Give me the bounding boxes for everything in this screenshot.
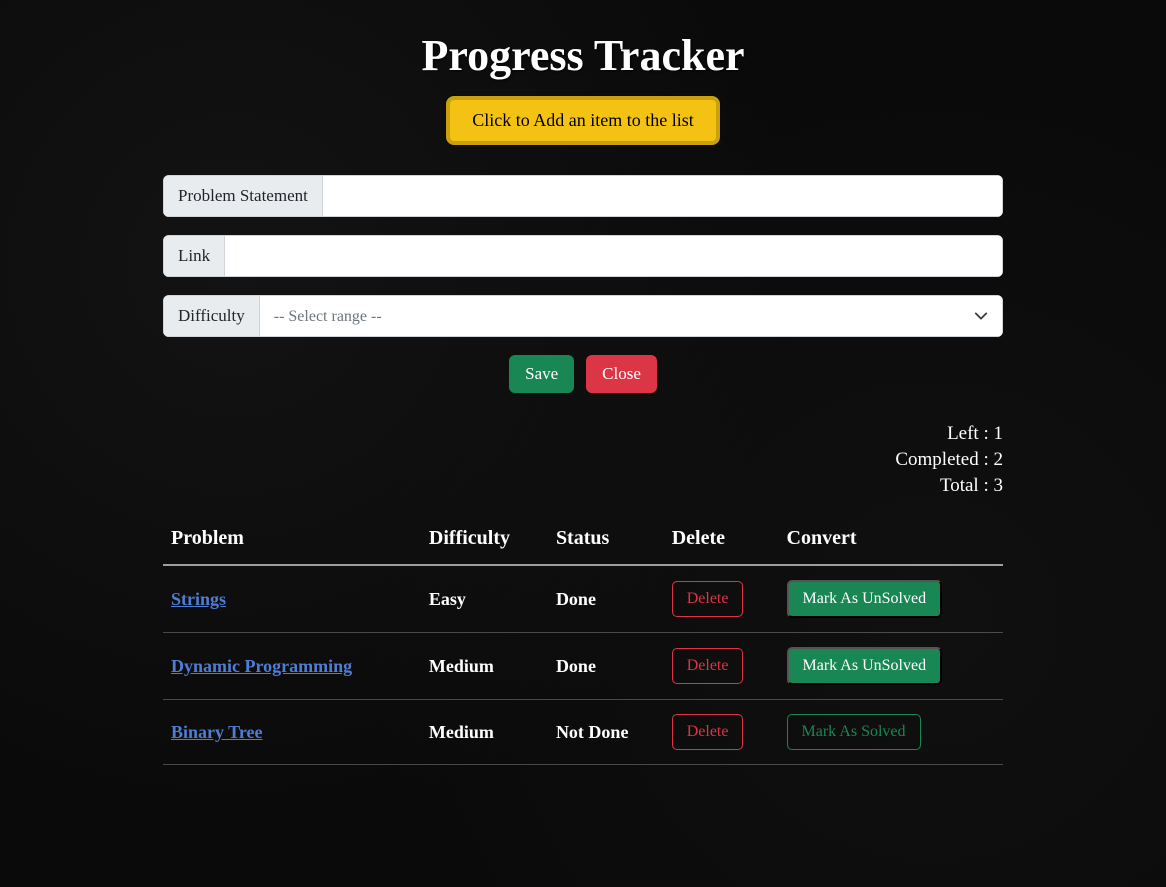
problem-link[interactable]: Binary Tree (171, 722, 263, 742)
problem-statement-input[interactable] (322, 175, 1003, 217)
mark-unsolved-button[interactable]: Mark As UnSolved (787, 647, 943, 685)
status-cell: Not Done (548, 700, 664, 765)
difficulty-label: Difficulty (163, 295, 259, 337)
status-cell: Done (548, 633, 664, 700)
delete-button[interactable]: Delete (672, 581, 744, 617)
col-difficulty: Difficulty (421, 517, 548, 565)
stats-panel: Left : 1 Completed : 2 Total : 3 (163, 423, 1003, 497)
link-input[interactable] (224, 235, 1003, 277)
difficulty-cell: Medium (421, 700, 548, 765)
problems-table: Problem Difficulty Status Delete Convert… (163, 517, 1003, 765)
difficulty-group: Difficulty -- Select range -- (163, 295, 1003, 337)
col-status: Status (548, 517, 664, 565)
problem-statement-group: Problem Statement (163, 175, 1003, 217)
stats-completed: Completed : 2 (163, 449, 1003, 471)
problem-link[interactable]: Dynamic Programming (171, 656, 352, 676)
status-cell: Done (548, 565, 664, 633)
col-delete: Delete (664, 517, 779, 565)
add-item-button[interactable]: Click to Add an item to the list (446, 96, 719, 145)
difficulty-select[interactable]: -- Select range -- (259, 295, 1003, 337)
problem-statement-label: Problem Statement (163, 175, 322, 217)
link-label: Link (163, 235, 224, 277)
delete-button[interactable]: Delete (672, 714, 744, 750)
stats-left: Left : 1 (163, 423, 1003, 445)
table-row: Dynamic Programming MediumDoneDelete Mark … (163, 633, 1003, 700)
save-button[interactable]: Save (509, 355, 574, 393)
stats-total: Total : 3 (163, 475, 1003, 497)
col-problem: Problem (163, 517, 421, 565)
difficulty-cell: Medium (421, 633, 548, 700)
link-group: Link (163, 235, 1003, 277)
table-row: Binary Tree MediumNot DoneDelete Mark As S… (163, 700, 1003, 765)
delete-button[interactable]: Delete (672, 648, 744, 684)
mark-solved-button[interactable]: Mark As Solved (787, 714, 921, 750)
page-title: Progress Tracker (163, 30, 1003, 81)
mark-unsolved-button[interactable]: Mark As UnSolved (787, 580, 943, 618)
difficulty-cell: Easy (421, 565, 548, 633)
col-convert: Convert (779, 517, 1003, 565)
table-row: Strings EasyDoneDelete Mark As UnSolved (163, 565, 1003, 633)
close-button[interactable]: Close (586, 355, 657, 393)
problem-link[interactable]: Strings (171, 589, 226, 609)
